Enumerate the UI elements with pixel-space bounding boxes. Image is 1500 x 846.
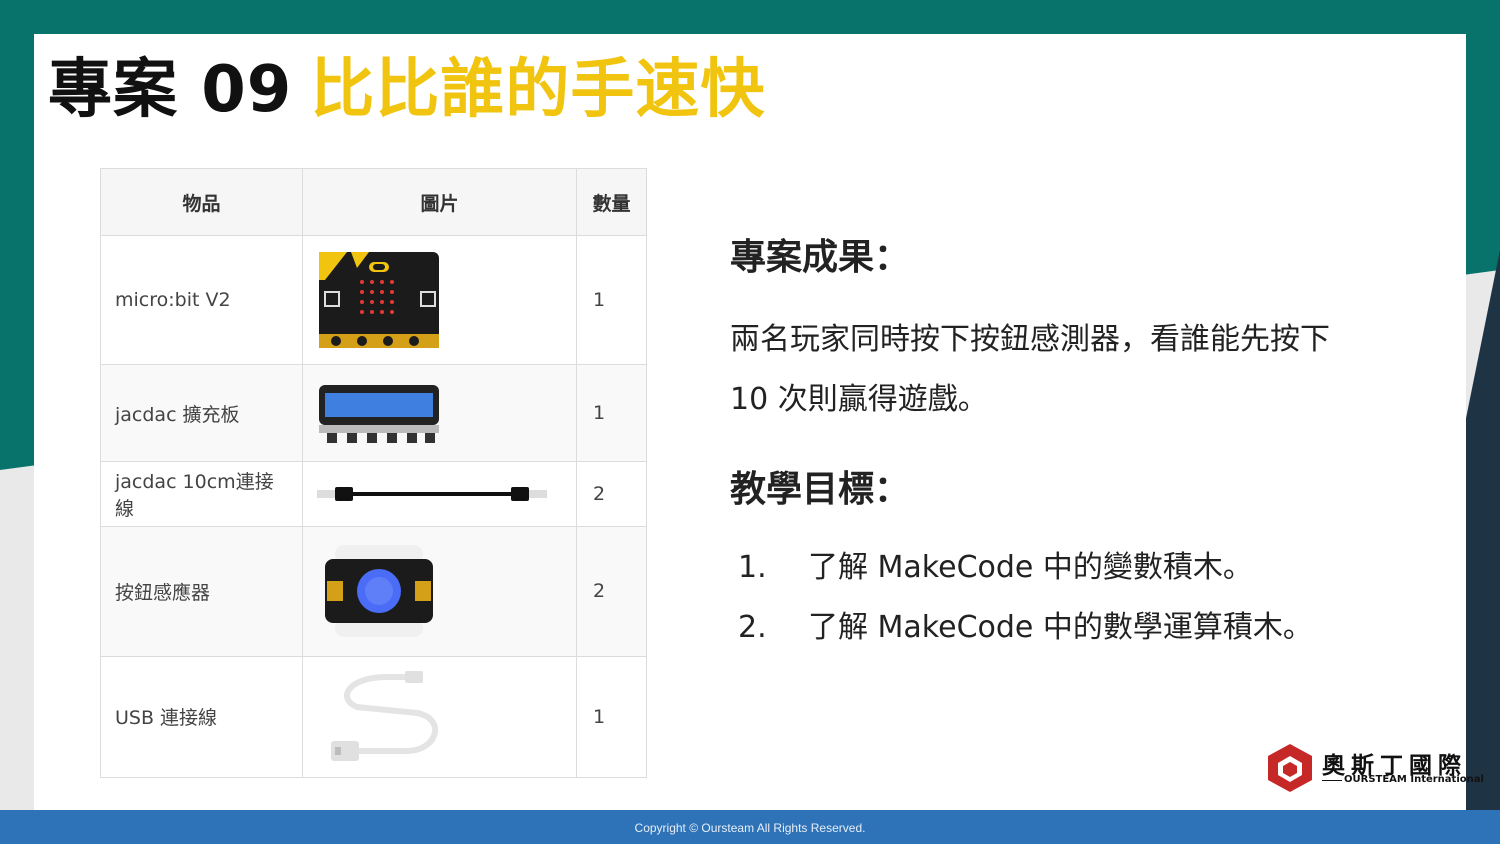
header-item: 物品 bbox=[100, 168, 303, 236]
goal-number: 1. bbox=[738, 550, 767, 585]
table-header-row: 物品 圖片 數量 bbox=[100, 168, 647, 236]
item-quantity: 1 bbox=[576, 234, 647, 366]
copyright-text: Copyright © Oursteam All Rights Reserved… bbox=[634, 821, 866, 835]
result-line-1: 兩名玩家同時按下按鈕感測器，看誰能先按下 bbox=[730, 322, 1330, 357]
oursteam-logo: 奧斯丁國際 OURSTEAM International bbox=[1266, 740, 1484, 796]
item-name: micro:bit V2 bbox=[100, 234, 303, 366]
title-prefix: 專案 09 bbox=[48, 53, 293, 127]
cube-logo-icon bbox=[1268, 744, 1312, 792]
item-image-cell bbox=[302, 364, 577, 462]
item-image-cell bbox=[302, 655, 577, 779]
item-image-cell bbox=[302, 460, 577, 528]
slide-title: 專案 09 比比誰的手速快 bbox=[48, 52, 765, 132]
goals-list: 1. 了解 MakeCode 中的變數積木。 2. 了解 MakeCode 中的數學… bbox=[738, 538, 1313, 658]
result-line-2: 10 次則贏得遊戲。 bbox=[730, 382, 988, 417]
jacdac-expansion-board-icon bbox=[319, 385, 439, 444]
item-image-cell bbox=[302, 526, 577, 657]
logo-english-name: OURSTEAM International bbox=[1344, 774, 1484, 785]
list-item: 2. 了解 MakeCode 中的數學運算積木。 bbox=[738, 598, 1313, 658]
jacdac-cable-icon bbox=[317, 486, 547, 501]
header-image: 圖片 bbox=[302, 168, 577, 236]
item-quantity: 1 bbox=[576, 364, 647, 462]
table-row: 按鈕感應器 2 bbox=[100, 526, 647, 657]
item-quantity: 2 bbox=[576, 460, 647, 528]
item-image-cell bbox=[302, 234, 577, 366]
result-heading: 專案成果： bbox=[730, 237, 911, 278]
item-quantity: 2 bbox=[576, 526, 647, 657]
item-quantity: 1 bbox=[576, 655, 647, 779]
materials-table: 物品 圖片 數量 micro:bit V2 1 jacdac 擴充板 1 jac… bbox=[100, 168, 647, 779]
goal-number: 2. bbox=[738, 610, 767, 645]
header-quantity: 數量 bbox=[576, 168, 647, 236]
goals-heading: 教學目標： bbox=[730, 469, 911, 510]
list-item: 1. 了解 MakeCode 中的變數積木。 bbox=[738, 538, 1313, 598]
item-name: 按鈕感應器 bbox=[100, 526, 303, 657]
usb-cable-icon bbox=[331, 670, 439, 761]
title-main: 比比誰的手速快 bbox=[310, 53, 766, 127]
button-sensor-icon bbox=[325, 545, 433, 638]
result-description: 兩名玩家同時按下按鈕感測器，看誰能先按下 10 次則贏得遊戲。 bbox=[730, 310, 1430, 430]
table-row: USB 連接線 1 bbox=[100, 655, 647, 779]
microbit-board-icon bbox=[319, 252, 439, 349]
goal-text: 了解 MakeCode 中的數學運算積木。 bbox=[808, 610, 1313, 645]
table-row: jacdac 擴充板 1 bbox=[100, 364, 647, 462]
item-name: jacdac 10cm連接線 bbox=[100, 460, 303, 528]
table-row: jacdac 10cm連接線 2 bbox=[100, 460, 647, 528]
table-row: micro:bit V2 1 bbox=[100, 234, 647, 366]
logo-divider bbox=[1322, 780, 1342, 781]
goal-text: 了解 MakeCode 中的變數積木。 bbox=[808, 550, 1253, 585]
item-name: USB 連接線 bbox=[100, 655, 303, 779]
item-name: jacdac 擴充板 bbox=[100, 364, 303, 462]
footer-bar: Copyright © Oursteam All Rights Reserved… bbox=[0, 810, 1500, 844]
